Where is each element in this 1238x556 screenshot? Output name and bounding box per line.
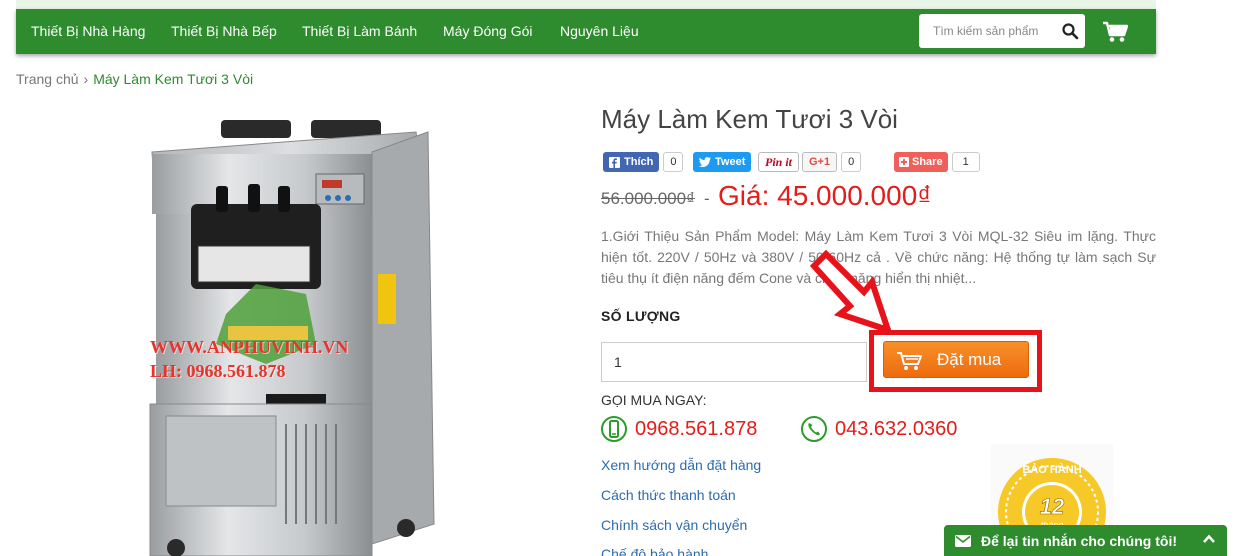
breadcrumb-home[interactable]: Trang chủ	[16, 71, 79, 87]
main-nav: Thiết Bị Nhà Hàng Thiết Bị Nhà Bếp Thiết…	[16, 9, 1156, 54]
mail-icon	[955, 535, 971, 547]
nav-item-bakery[interactable]: Thiết Bị Làm Bánh	[302, 23, 417, 39]
cart-icon[interactable]	[1102, 21, 1128, 43]
ice-cream-machine-illustration	[149, 120, 435, 556]
social-share: Share 1	[894, 152, 980, 172]
pinterest-button[interactable]: Pin it	[758, 152, 800, 172]
nav-top-strip	[16, 0, 1156, 9]
breadcrumb-current[interactable]: Máy Làm Kem Tươi 3 Vòi	[93, 71, 253, 87]
gplus-button[interactable]: G+1	[802, 152, 838, 172]
facebook-count: 0	[663, 152, 684, 172]
link-payment[interactable]: Cách thức thanh toán	[601, 487, 736, 503]
share-count: 1	[951, 152, 980, 172]
share-label: Share	[912, 156, 943, 168]
tweet-label: Tweet	[715, 156, 746, 168]
old-price: 56.000.000₫	[601, 189, 695, 208]
twitter-icon	[699, 157, 711, 167]
nav-item-packing[interactable]: Máy Đóng Gói	[443, 23, 532, 39]
gplus-count: 0	[841, 152, 862, 172]
landline-number: 043.632.0360	[835, 417, 958, 440]
social-facebook: Thích 0	[603, 152, 684, 172]
chevron-up-icon[interactable]	[1203, 534, 1215, 544]
link-warranty[interactable]: Chế độ bảo hành	[601, 546, 708, 556]
breadcrumb-separator: ›	[83, 71, 89, 87]
price-separator: -	[704, 189, 710, 208]
image-watermark-site: WWW.ANPHUVINH.VN	[150, 337, 349, 357]
mobile-phone-icon	[601, 416, 627, 442]
link-order-guide[interactable]: Xem hướng dẫn đặt hàng	[601, 457, 761, 473]
current-price: Giá: 45.000.000₫	[718, 180, 932, 211]
nav-item-ingredients[interactable]: Nguyên Liệu	[560, 23, 639, 39]
nav-item-kitchen[interactable]: Thiết Bị Nhà Bếp	[171, 23, 277, 39]
social-twitter: Tweet	[693, 152, 752, 172]
link-shipping[interactable]: Chính sách vận chuyển	[601, 517, 747, 533]
mobile-number: 0968.561.878	[635, 417, 758, 440]
nav-item-restaurant[interactable]: Thiết Bị Nhà Hàng	[31, 23, 145, 39]
product-image[interactable]: WWW.ANPHUVINH.VN LH: 0968.561.878	[16, 104, 570, 556]
phone-icon	[801, 416, 827, 442]
highlight-box	[869, 330, 1042, 392]
mobile-phone[interactable]: 0968.561.878	[601, 416, 757, 442]
annotation-arrow-icon	[809, 249, 893, 335]
warranty-top-text: BẢO HÀNH	[1022, 463, 1081, 476]
facebook-like-button[interactable]: Thích	[603, 152, 660, 172]
facebook-like-label: Thích	[624, 156, 654, 168]
chat-label: Để lại tin nhắn cho chúng tôi!	[981, 533, 1177, 549]
quantity-input[interactable]	[601, 342, 867, 382]
facebook-icon	[609, 156, 620, 168]
page: Thiết Bị Nhà Hàng Thiết Bị Nhà Bếp Thiết…	[0, 0, 1238, 556]
warranty-number: 12	[1040, 494, 1065, 519]
search-input[interactable]	[919, 14, 1055, 48]
quantity-label: SỐ LƯỢNG	[601, 308, 681, 324]
search-icon[interactable]	[1061, 22, 1079, 40]
chat-widget[interactable]: Để lại tin nhắn cho chúng tôi!	[944, 525, 1227, 556]
image-watermark-phone: LH: 0968.561.878	[150, 361, 286, 381]
product-title: Máy Làm Kem Tươi 3 Vòi	[601, 104, 898, 134]
breadcrumb: Trang chủ › Máy Làm Kem Tươi 3 Vòi	[16, 71, 253, 87]
tweet-button[interactable]: Tweet	[693, 152, 752, 172]
landline-phone[interactable]: 043.632.0360	[801, 416, 957, 442]
search-box	[919, 14, 1085, 48]
social-pinterest: Pin it	[758, 152, 800, 172]
share-button[interactable]: Share	[894, 152, 948, 172]
plus-icon	[899, 157, 909, 167]
call-now-label: GỌI MUA NGAY:	[601, 392, 707, 408]
social-gplus: G+1 0	[802, 152, 862, 172]
